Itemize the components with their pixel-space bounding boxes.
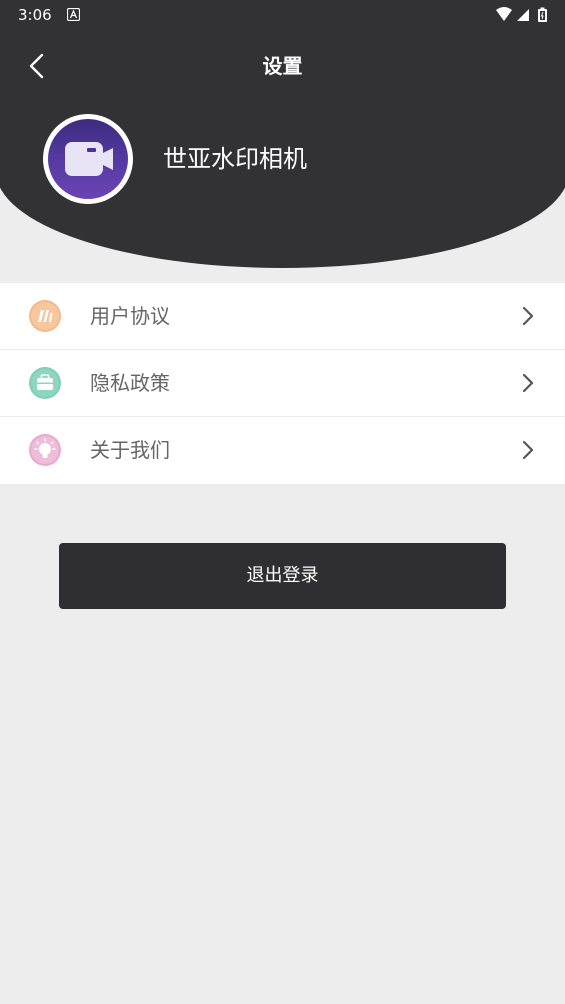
avatar — [43, 114, 133, 204]
page-title: 设置 — [262, 54, 303, 78]
menu-item-label: 隐私政策 — [90, 371, 170, 395]
lightbulb-icon — [29, 434, 61, 466]
header: 3:06 设置 世亚水印相机 — [0, 0, 565, 268]
notification-a-icon — [67, 8, 80, 21]
app-name: 世亚水印相机 — [163, 145, 307, 173]
menu-item-label: 用户协议 — [90, 304, 170, 328]
menu-item-user-agreement[interactable]: 用户协议 — [0, 283, 565, 350]
menu-item-label: 关于我们 — [90, 438, 170, 462]
chevron-right-icon — [522, 373, 534, 393]
logout-button[interactable]: 退出登录 — [59, 543, 506, 609]
menu-item-about-us[interactable]: 关于我们 — [0, 417, 565, 484]
status-time: 3:06 — [18, 6, 52, 24]
video-camera-icon — [65, 142, 113, 176]
status-bar: 3:06 — [0, 0, 565, 30]
briefcase-icon — [29, 367, 61, 399]
wifi-icon — [496, 7, 512, 21]
menu-item-privacy-policy[interactable]: 隐私政策 — [0, 350, 565, 417]
agreement-icon — [29, 300, 61, 332]
chevron-right-icon — [522, 440, 534, 460]
chevron-right-icon — [522, 306, 534, 326]
battery-icon — [538, 7, 547, 22]
settings-menu: 用户协议 隐私政策 关于我们 — [0, 283, 565, 484]
cell-signal-icon — [517, 9, 529, 21]
status-icons — [496, 7, 547, 22]
avatar-circle — [48, 119, 128, 199]
